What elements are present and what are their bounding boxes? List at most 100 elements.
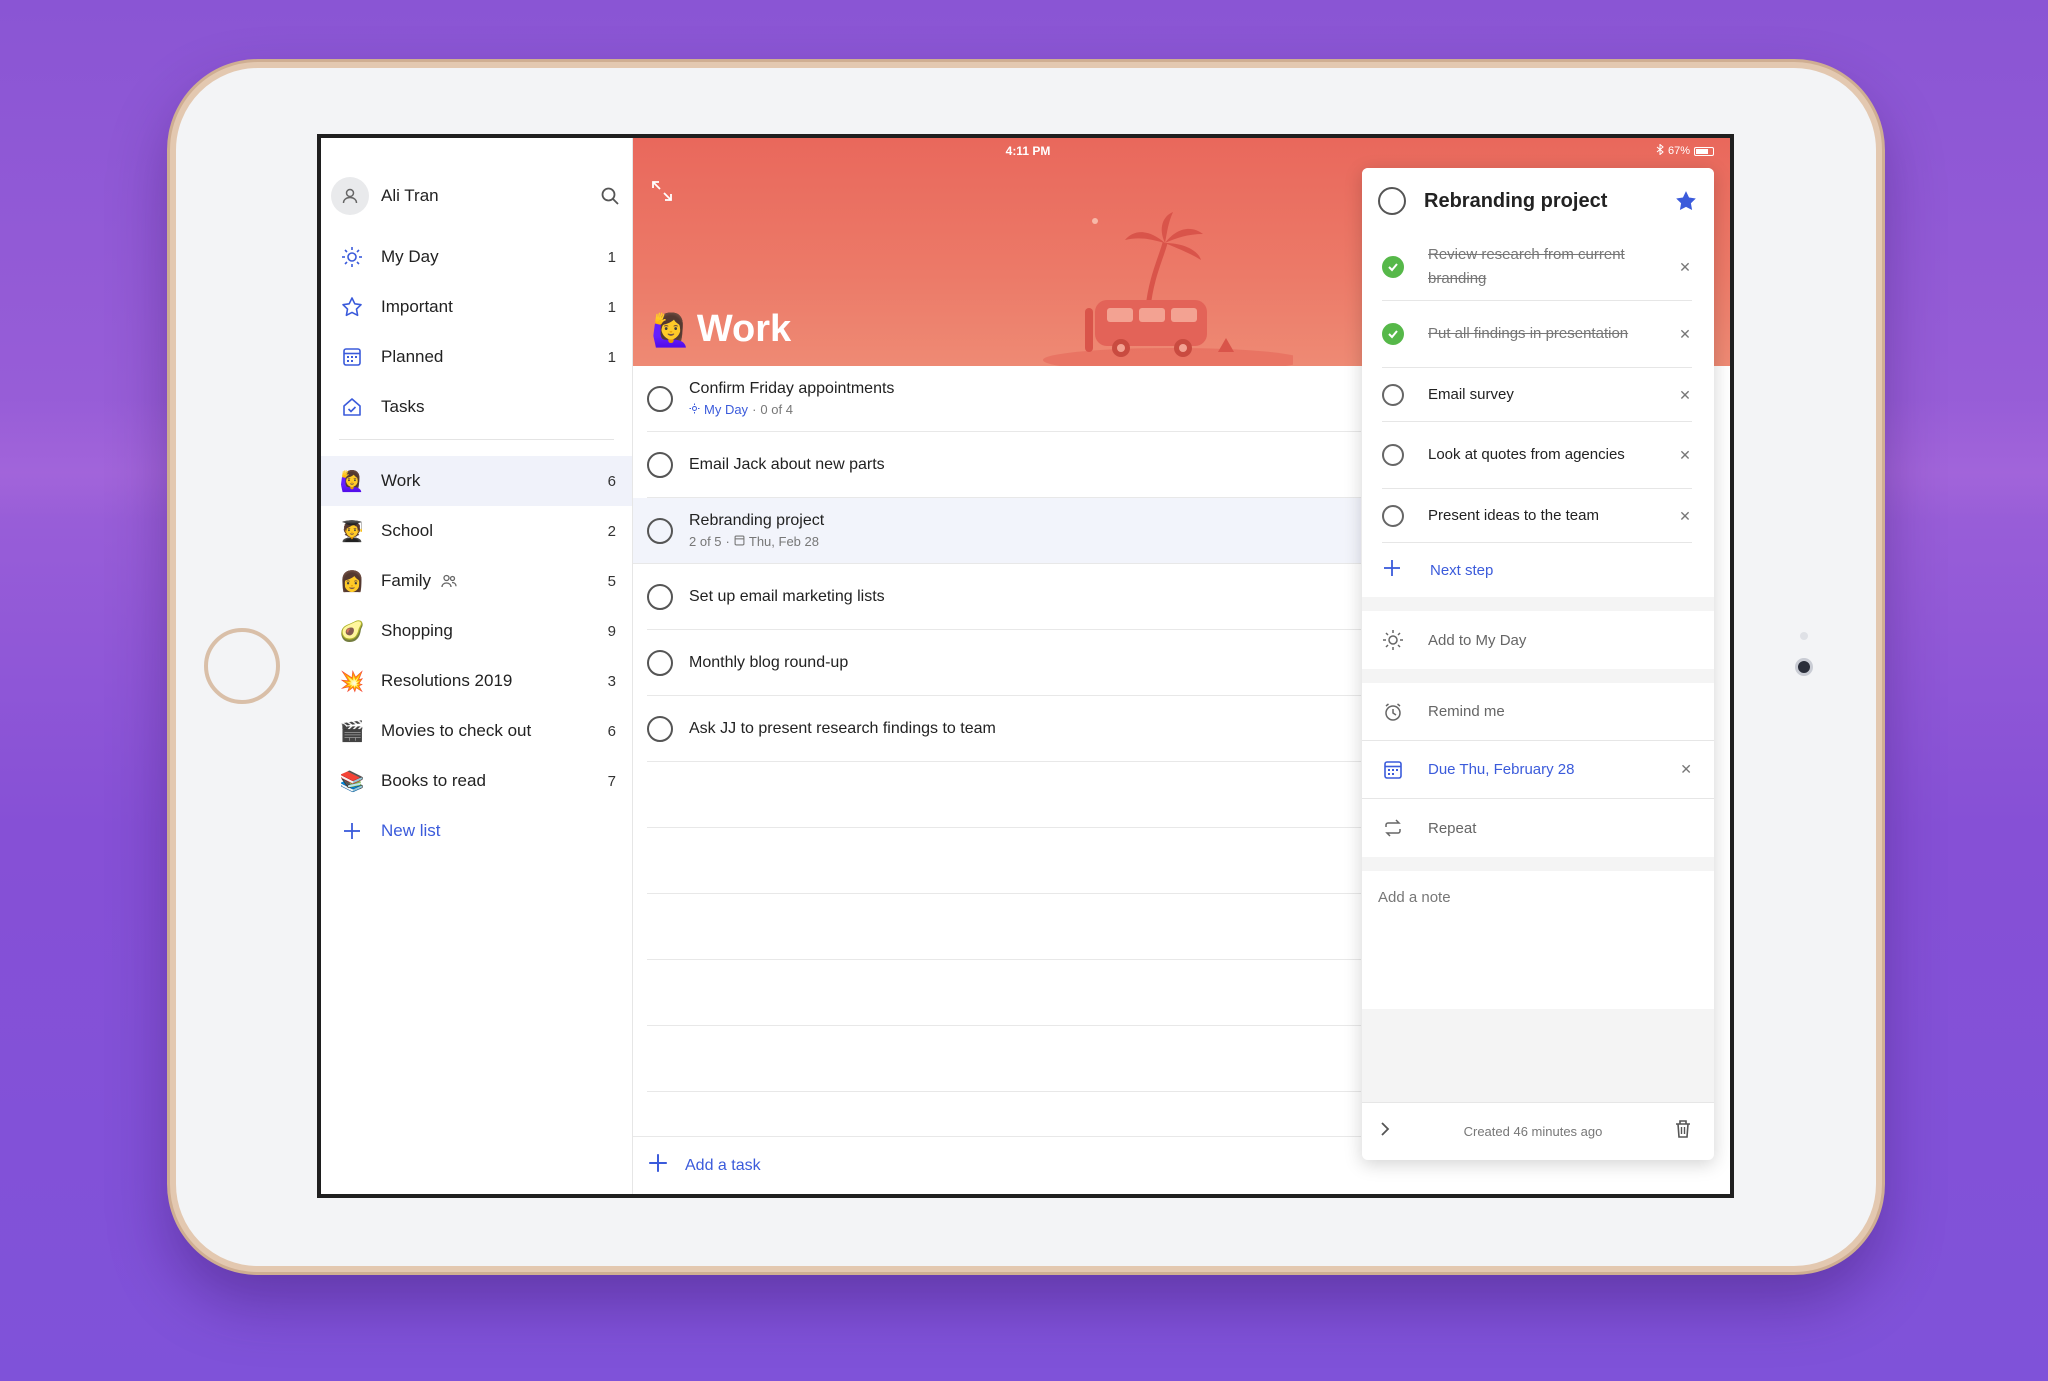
collision-icon: 💥 <box>339 670 365 693</box>
sidebar-item-important[interactable]: Important 1 <box>321 282 632 332</box>
sidebar-item-shopping[interactable]: 🥑 Shopping 9 <box>321 606 632 656</box>
trash-icon[interactable] <box>1674 1119 1692 1144</box>
step-checkbox-checked[interactable] <box>1382 256 1404 278</box>
new-list-label: New list <box>381 821 441 840</box>
detail-title[interactable]: Rebranding project <box>1424 190 1674 213</box>
step-checkbox-checked[interactable] <box>1382 323 1404 345</box>
add-task-button[interactable]: Add a task <box>633 1136 1361 1194</box>
step-inner: Review research from current branding ✕ <box>1382 234 1692 301</box>
detail-steps-card: Rebranding project Review research from … <box>1362 168 1714 597</box>
sidebar-item-my-day[interactable]: My Day 1 <box>321 232 632 282</box>
list-title[interactable]: 🙋‍♀️ Work <box>651 308 791 351</box>
sidebar-item-books[interactable]: 📚 Books to read 7 <box>321 756 632 806</box>
status-time: 4:11 PM <box>1005 144 1051 158</box>
step-text[interactable]: Review research from current branding <box>1428 243 1678 291</box>
complete-checkbox[interactable] <box>647 715 673 742</box>
remove-step-icon[interactable]: ✕ <box>1678 260 1692 274</box>
profile[interactable]: Ali Tran <box>331 174 622 218</box>
due-date-button[interactable]: Due Thu, February 28 ✕ <box>1362 741 1714 799</box>
next-step-button[interactable]: Next step <box>1362 543 1714 597</box>
task-row[interactable]: Monthly blog round-up <box>647 630 1361 696</box>
task-title: Ask JJ to present research findings to t… <box>689 719 996 737</box>
sidebar-item-label: Family <box>381 571 432 590</box>
empty-row <box>647 1026 1361 1092</box>
task-title: Email Jack about new parts <box>689 455 885 473</box>
step-text[interactable]: Email survey <box>1428 383 1678 407</box>
schedule-section: Remind me Due Thu, February 28 ✕ Repeat <box>1362 683 1714 857</box>
task-row[interactable]: Confirm Friday appointments My Day · 0 o… <box>647 366 1361 432</box>
task-row[interactable]: Email Jack about new parts <box>647 432 1361 498</box>
remove-step-icon[interactable]: ✕ <box>1678 327 1692 341</box>
remove-step-icon[interactable]: ✕ <box>1678 448 1692 462</box>
task-content: Set up email marketing lists <box>689 588 885 606</box>
due-date: Thu, Feb 28 <box>748 534 819 549</box>
repeat-button[interactable]: Repeat <box>1362 799 1714 857</box>
list-title-text: Work <box>696 308 792 350</box>
remove-step-icon[interactable]: ✕ <box>1678 509 1692 523</box>
sidebar-item-tasks[interactable]: Tasks <box>321 382 632 432</box>
step-row[interactable]: Look at quotes from agencies ✕ <box>1362 422 1714 489</box>
avocado-icon: 🥑 <box>339 620 365 643</box>
step-row[interactable]: Review research from current branding ✕ <box>1362 234 1714 301</box>
step-row[interactable]: Present ideas to the team ✕ <box>1362 489 1714 543</box>
student-icon: 🧑‍🎓 <box>339 520 365 543</box>
sidebar-item-resolutions-2019[interactable]: 💥 Resolutions 2019 3 <box>321 656 632 706</box>
search-icon[interactable] <box>598 184 622 208</box>
woman-icon: 👩 <box>339 570 365 593</box>
complete-checkbox[interactable] <box>647 649 673 676</box>
empty-row <box>647 894 1361 960</box>
complete-checkbox[interactable] <box>1378 187 1406 215</box>
step-checkbox[interactable] <box>1382 383 1404 406</box>
add-to-my-day-button[interactable]: Add to My Day <box>1362 611 1714 669</box>
sidebar-item-label: Tasks <box>381 397 425 416</box>
user-name: Ali Tran <box>381 186 439 205</box>
sidebar-item-work[interactable]: 🙋‍♀️ Work 6 <box>321 456 632 506</box>
complete-checkbox[interactable] <box>647 583 673 610</box>
complete-checkbox[interactable] <box>647 385 673 412</box>
sidebar-item-label: Resolutions 2019 <box>381 671 513 690</box>
note-field[interactable]: Add a note <box>1362 871 1714 1009</box>
bluetooth-icon <box>1656 143 1664 158</box>
task-row-selected[interactable]: Rebranding project 2 of 5 · Thu, Feb 28 <box>633 498 1361 564</box>
star-icon[interactable] <box>1674 189 1698 213</box>
step-checkbox[interactable] <box>1382 444 1404 466</box>
step-text[interactable]: Present ideas to the team <box>1428 504 1678 528</box>
step-row[interactable]: Email survey ✕ <box>1362 368 1714 422</box>
sidebar-item-family[interactable]: 👩 Family 5 <box>321 556 632 606</box>
step-text[interactable]: Look at quotes from agencies <box>1428 443 1678 467</box>
complete-checkbox[interactable] <box>647 451 673 478</box>
repeat-label: Repeat <box>1428 819 1477 837</box>
task-row[interactable]: Ask JJ to present research findings to t… <box>647 696 1361 762</box>
sidebar-item-label: Work <box>381 471 421 490</box>
empty-row <box>647 828 1361 894</box>
expand-icon[interactable] <box>649 178 675 204</box>
remove-step-icon[interactable]: ✕ <box>1678 388 1692 402</box>
step-checkbox[interactable] <box>1382 504 1404 527</box>
shared-people-icon <box>441 574 457 588</box>
task-detail-pane: Rebranding project Review research from … <box>1362 168 1714 1160</box>
task-row[interactable]: Set up email marketing lists <box>647 564 1361 630</box>
sidebar-divider <box>339 439 614 440</box>
chevron-right-icon[interactable] <box>1378 1121 1392 1142</box>
new-list-button[interactable]: New list <box>321 806 632 856</box>
item-count: 6 <box>607 472 616 490</box>
step-text[interactable]: Put all findings in presentation <box>1428 322 1678 346</box>
calendar-icon <box>1382 759 1404 781</box>
sun-icon <box>1382 629 1404 651</box>
item-count: 1 <box>607 298 616 316</box>
complete-checkbox[interactable] <box>647 517 673 544</box>
task-content: Rebranding project 2 of 5 · Thu, Feb 28 <box>689 512 824 549</box>
step-row[interactable]: Put all findings in presentation ✕ <box>1362 301 1714 368</box>
add-to-my-day-label: Add to My Day <box>1428 631 1527 649</box>
avatar[interactable] <box>331 177 369 215</box>
sidebar-item-label: School <box>381 521 433 540</box>
remove-due-date-icon[interactable]: ✕ <box>1680 761 1692 778</box>
empty-row <box>647 762 1361 828</box>
calendar-icon <box>339 344 365 370</box>
sidebar-item-planned[interactable]: Planned 1 <box>321 332 632 382</box>
step-progress: 0 of 4 <box>760 402 793 417</box>
remind-me-button[interactable]: Remind me <box>1362 683 1714 741</box>
sidebar-item-label: Books to read <box>381 771 486 790</box>
sidebar-item-school[interactable]: 🧑‍🎓 School 2 <box>321 506 632 556</box>
sidebar-item-movies[interactable]: 🎬 Movies to check out 6 <box>321 706 632 756</box>
